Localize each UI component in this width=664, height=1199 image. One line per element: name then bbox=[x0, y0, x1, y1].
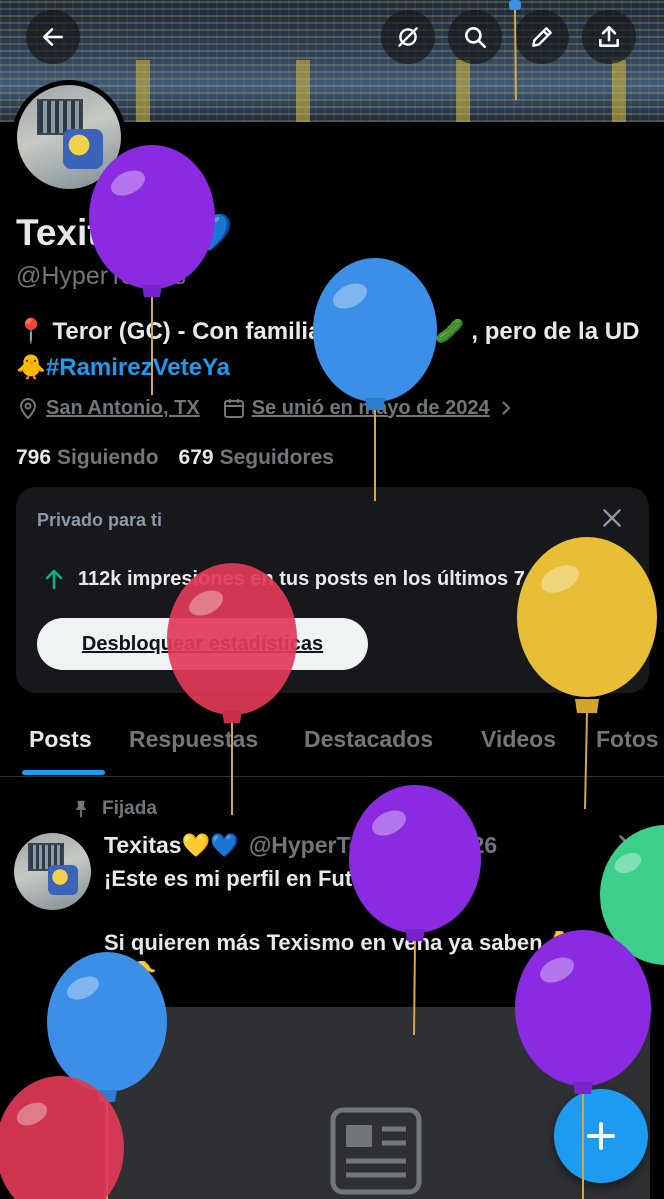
search-icon bbox=[465, 27, 487, 49]
followers-count: 679 bbox=[178, 446, 214, 469]
profile-bio: 📍 Teror (GC) - Con familia pepinera 🥒 , … bbox=[16, 314, 656, 386]
post-author-meta: @HyperTexass · 5/3/26 bbox=[248, 832, 498, 858]
post-author-avatar[interactable] bbox=[14, 833, 91, 910]
tag-off-button[interactable] bbox=[381, 10, 435, 64]
pin-icon bbox=[75, 800, 87, 818]
tab-photos[interactable]: Fotos bbox=[596, 726, 659, 753]
profile-tabs: Posts Respuestas Destacados Videos Fotos bbox=[0, 712, 664, 777]
profile-handle: @HyperTexass bbox=[16, 262, 186, 290]
back-icon bbox=[43, 28, 63, 46]
location-icon bbox=[19, 398, 37, 420]
profile-name-emoji: 💜💙 bbox=[140, 212, 233, 253]
post-text-line-2: Si quieren más Texismo en vena ya saben … bbox=[104, 930, 577, 955]
edit-icon bbox=[532, 27, 552, 47]
tab-videos[interactable]: Videos bbox=[481, 726, 556, 753]
joined-date-link[interactable]: Se unió en mayo de 2024 bbox=[252, 397, 490, 420]
following-label: Siguiendo bbox=[57, 446, 159, 469]
private-insights-card: Privado para ti 112k impresiones en tus … bbox=[16, 487, 649, 693]
tag-off-icon bbox=[398, 27, 418, 47]
tab-posts[interactable]: Posts bbox=[29, 726, 92, 753]
impressions-stat: 112k impresiones en tus posts en los últ… bbox=[42, 567, 570, 591]
arrow-up-icon bbox=[45, 569, 63, 590]
follow-stats: 796 Siguiendo 679 Seguidores bbox=[16, 446, 334, 470]
following-count: 796 bbox=[16, 446, 52, 469]
location-link[interactable]: San Antonio, TX bbox=[46, 397, 200, 420]
active-tab-indicator bbox=[22, 770, 105, 775]
card-label: Privado para ti bbox=[37, 510, 163, 530]
search-button[interactable] bbox=[448, 10, 502, 64]
post-text-line-3: 👇👇 bbox=[104, 960, 159, 985]
unlock-stats-button[interactable]: Desbloquear estadísticas bbox=[37, 618, 368, 670]
post-text-line-1: ¡Este es mi perfil en Futez! bbox=[104, 866, 383, 891]
back-button[interactable] bbox=[26, 10, 80, 64]
x-logo-icon bbox=[619, 835, 641, 857]
post-header: Texitas💛💙 @HyperTexass · 5/3/26 bbox=[104, 832, 497, 859]
followers-label: Seguidores bbox=[219, 446, 334, 469]
article-icon bbox=[330, 1107, 422, 1195]
chevron-right-icon[interactable] bbox=[494, 396, 518, 420]
following-link[interactable]: 796 Siguiendo bbox=[16, 446, 159, 470]
balloon-purple-2-icon bbox=[349, 785, 481, 1036]
calendar-icon bbox=[223, 399, 244, 418]
profile-name-text: Texitas bbox=[16, 212, 141, 253]
impressions-text: 112k impresiones en tus posts en los últ… bbox=[78, 567, 571, 590]
pinned-indicator: Fijada bbox=[70, 798, 157, 820]
tab-replies[interactable]: Respuestas bbox=[129, 726, 258, 753]
tab-highlights[interactable]: Destacados bbox=[304, 726, 433, 753]
edit-button[interactable] bbox=[515, 10, 569, 64]
followers-link[interactable]: 679 Seguidores bbox=[179, 446, 334, 470]
profile-meta: San Antonio, TX Se unió en mayo de 2024 bbox=[16, 396, 524, 420]
bio-hashtag-link[interactable]: #RamirezVeteYa bbox=[46, 354, 230, 381]
plus-icon bbox=[587, 1122, 615, 1150]
compose-button[interactable] bbox=[554, 1089, 648, 1183]
post-author-name[interactable]: Texitas💛💙 bbox=[104, 832, 239, 859]
profile-avatar[interactable] bbox=[12, 80, 126, 194]
share-button[interactable] bbox=[582, 10, 636, 64]
share-icon bbox=[599, 25, 619, 47]
profile-name: Texitas💜💙 bbox=[16, 212, 233, 255]
close-icon[interactable] bbox=[599, 505, 625, 531]
pinned-label: Fijada bbox=[102, 798, 157, 819]
